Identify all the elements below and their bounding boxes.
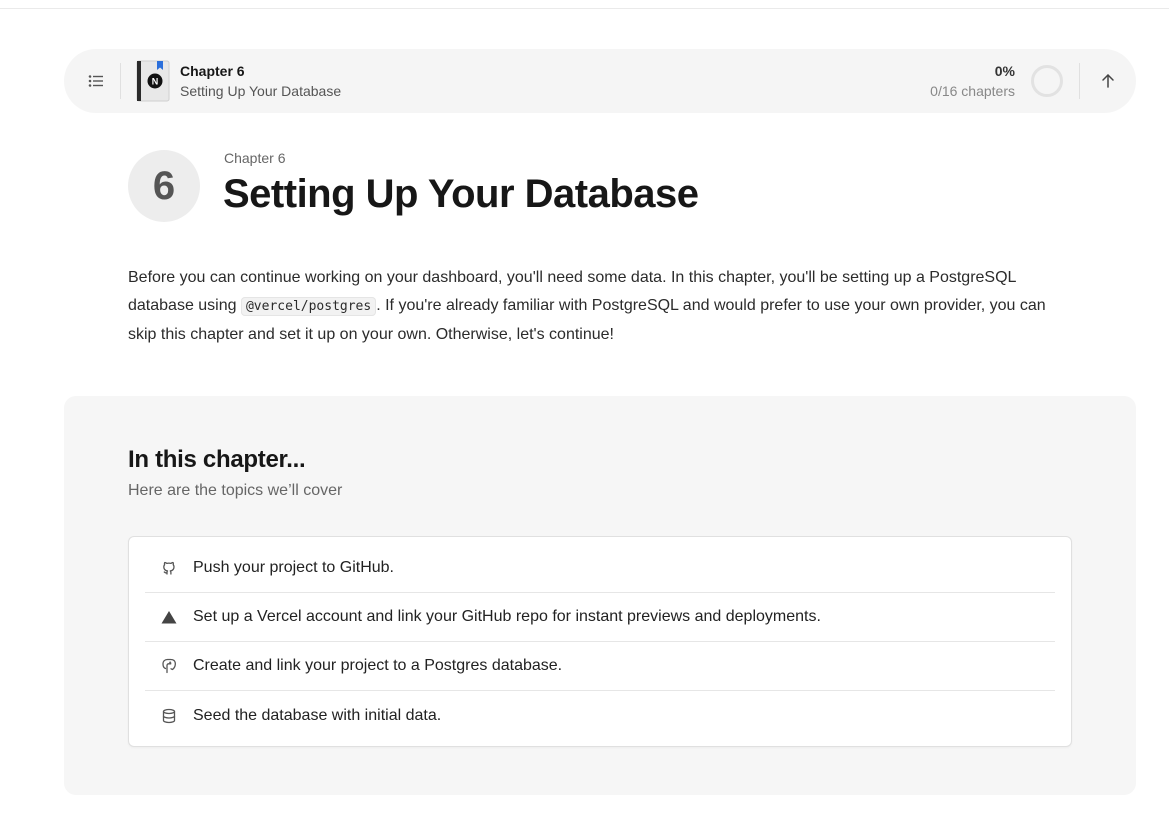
course-bar-title: Setting Up Your Database — [180, 83, 342, 99]
top-divider — [0, 8, 1169, 9]
topic-text: Set up a Vercel account and link your Gi… — [193, 608, 821, 625]
inline-code: @vercel/postgres — [240, 297, 377, 316]
progress-count: 0/16 chapters — [930, 83, 1015, 99]
topic-text: Push your project to GitHub. — [193, 558, 394, 576]
course-progress-bar: N Chapter 6 Setting Up Your Database 0% … — [64, 49, 1136, 113]
chapter-number-badge: 6 — [128, 150, 200, 222]
list-item: Push your project to GitHub. — [145, 537, 1055, 593]
postgres-elephant-icon — [161, 658, 177, 674]
list-icon — [88, 75, 103, 87]
list-item: Create and link your project to a Postgr… — [145, 642, 1055, 691]
course-bar-chapter: Chapter 6 — [180, 63, 245, 79]
vercel-triangle-icon — [161, 609, 177, 625]
bar-divider-right — [1079, 63, 1080, 99]
bar-divider-left — [120, 63, 121, 99]
chapter-intro: Before you can continue working on your … — [128, 264, 1068, 349]
chapter-label: Chapter 6 — [224, 150, 286, 166]
github-icon — [161, 560, 177, 576]
topics-list: Push your project to GitHub. Set up a Ve… — [128, 536, 1072, 747]
topic-text: Create and link your project to a Postgr… — [193, 657, 563, 674]
list-item: Set up a Vercel account and link your Gi… — [145, 593, 1055, 642]
page-title: Setting Up Your Database — [223, 172, 699, 216]
overview-title: In this chapter... — [128, 446, 306, 473]
course-book-icon: N — [136, 60, 170, 102]
chapter-overview-panel: In this chapter... Here are the topics w… — [64, 396, 1136, 795]
progress-ring — [1031, 65, 1063, 97]
svg-text:N: N — [152, 77, 159, 87]
topic-text: Seed the database with initial data. — [193, 707, 442, 724]
progress-percent: 0% — [994, 63, 1015, 79]
scroll-to-top-button[interactable] — [1092, 65, 1124, 97]
overview-subtitle: Here are the topics we’ll cover — [128, 482, 343, 499]
arrow-up-icon — [1102, 74, 1114, 88]
list-item: Seed the database with initial data. — [145, 691, 1055, 747]
table-of-contents-button[interactable] — [80, 65, 112, 97]
database-icon — [161, 708, 177, 724]
